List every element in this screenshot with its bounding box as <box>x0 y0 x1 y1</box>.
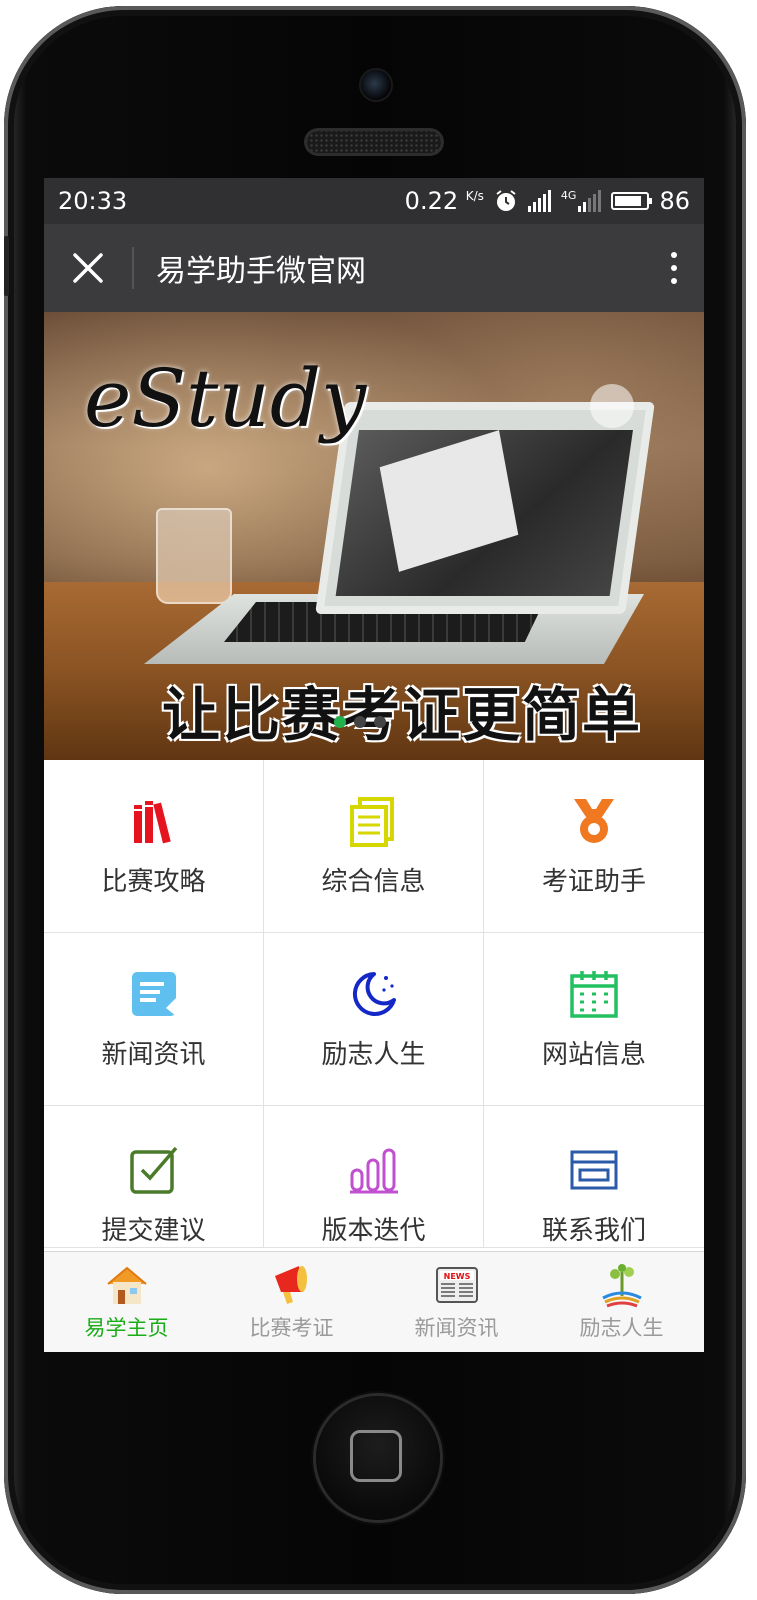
banner-glass <box>156 508 232 604</box>
earpiece-speaker <box>304 128 444 156</box>
more-vertical-icon <box>671 252 677 258</box>
tab-label: 新闻资讯 <box>414 1316 499 1340</box>
banner-carousel[interactable]: eStudy 让比赛考证更简单 <box>44 312 704 760</box>
close-icon <box>73 253 103 283</box>
document-icon <box>349 796 394 847</box>
grid-item-label: 考证助手 <box>541 866 646 897</box>
news-card-icon <box>131 971 176 1016</box>
grid-item-news[interactable]: 新闻资讯 <box>44 933 264 1106</box>
grid-item-label: 版本迭代 <box>321 1216 426 1246</box>
nav-bar: 易学助手微官网 <box>44 224 704 312</box>
wifi-signal-icon <box>527 190 551 212</box>
battery-icon <box>611 192 653 210</box>
grid-item-label: 综合信息 <box>321 866 426 897</box>
grid-item-competition-guide[interactable]: 比赛攻略 <box>44 760 264 933</box>
grid-item-general-info[interactable]: 综合信息 <box>264 760 484 933</box>
more-button[interactable] <box>644 224 704 312</box>
medal-icon <box>574 798 614 843</box>
books-icon <box>133 800 171 843</box>
newspaper-icon: NEWS <box>435 1267 478 1303</box>
grid-item-label: 新闻资讯 <box>101 1039 206 1070</box>
tab-label: 易学主页 <box>84 1316 169 1340</box>
tree-icon <box>601 1264 642 1308</box>
network-speed: 0.22 K/s <box>404 187 484 215</box>
calendar-icon <box>570 970 618 1018</box>
feature-grid: 比赛攻略 综合信息 考证助手 新闻资讯 励志人生 网站信息 提交建议 版本迭代 … <box>44 760 704 1248</box>
grid-item-contact[interactable]: 联系我们 <box>484 1106 704 1248</box>
screen: 20:33 0.22 K/s 4G 86 易学助手微官网 eStudy 让比赛考… <box>44 178 704 1352</box>
front-camera <box>361 70 391 100</box>
carousel-indicators <box>334 716 386 728</box>
grid-item-versions[interactable]: 版本迭代 <box>264 1106 484 1248</box>
status-bar: 20:33 0.22 K/s 4G 86 <box>44 178 704 224</box>
close-button[interactable] <box>44 224 132 312</box>
tab-news[interactable]: NEWS 新闻资讯 <box>374 1252 539 1352</box>
tab-home[interactable]: 易学主页 <box>44 1252 209 1352</box>
banner-logo-text: eStudy <box>84 352 367 445</box>
tab-label: 比赛考证 <box>249 1316 334 1340</box>
carousel-dot[interactable] <box>374 716 386 728</box>
page-title: 易学助手微官网 <box>156 254 366 289</box>
banner-bubble <box>590 384 634 428</box>
grid-item-feedback[interactable]: 提交建议 <box>44 1106 264 1248</box>
bottom-tab-bar: 易学主页 比赛考证 NEWS 新闻资讯 励志人生 <box>44 1251 704 1352</box>
grid-item-label: 联系我们 <box>541 1216 646 1246</box>
status-time: 20:33 <box>58 187 128 215</box>
moon-icon <box>352 971 396 1016</box>
grid-item-label: 比赛攻略 <box>101 866 206 897</box>
megaphone-icon <box>274 1266 307 1304</box>
battery-level: 86 <box>659 187 690 215</box>
bar-chart-icon <box>349 1148 398 1194</box>
tab-inspiration[interactable]: 励志人生 <box>539 1252 704 1352</box>
banner-slogan: 让比赛考证更简单 <box>162 681 643 749</box>
checkbox-icon <box>129 1146 177 1194</box>
grid-item-label: 提交建议 <box>101 1216 206 1246</box>
home-icon <box>106 1266 147 1304</box>
carousel-dot[interactable] <box>334 716 346 728</box>
grid-item-cert-helper[interactable]: 考证助手 <box>484 760 704 933</box>
carousel-dot[interactable] <box>354 716 366 728</box>
alarm-icon <box>496 190 516 211</box>
grid-item-inspiration[interactable]: 励志人生 <box>264 933 484 1106</box>
tab-competition[interactable]: 比赛考证 <box>209 1252 374 1352</box>
svg-text:NEWS: NEWS <box>443 1272 470 1281</box>
grid-item-label: 网站信息 <box>541 1039 646 1070</box>
mute-switch <box>4 236 9 296</box>
grid-item-site-info[interactable]: 网站信息 <box>484 933 704 1106</box>
id-card-icon <box>570 1150 618 1190</box>
grid-item-label: 励志人生 <box>321 1039 426 1070</box>
cell-signal-icon: 4G <box>561 190 602 212</box>
home-button[interactable] <box>316 1396 440 1520</box>
tab-label: 励志人生 <box>579 1316 664 1340</box>
